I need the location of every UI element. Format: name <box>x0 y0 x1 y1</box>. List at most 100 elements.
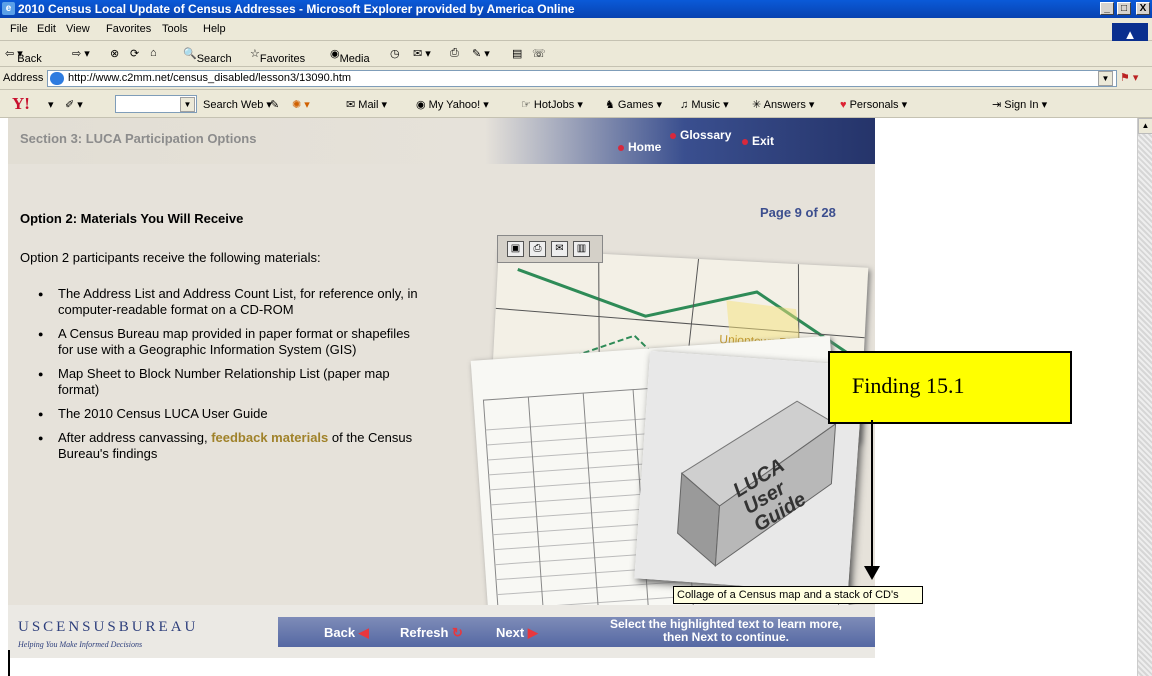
media-button[interactable]: ◉ Media <box>330 47 370 65</box>
personals-button[interactable]: ♥ Personals ▾ <box>840 98 907 111</box>
menu-bar: File Edit View Favorites Tools Help ▲ <box>0 18 1152 46</box>
home-link[interactable]: Home <box>618 140 661 154</box>
back-nav-label: Back <box>324 625 356 640</box>
refresh-nav-button[interactable]: Refresh ↻ <box>400 625 463 641</box>
list-item: The Address List and Address Count List,… <box>38 286 428 318</box>
my-yahoo-button[interactable]: ◉ My Yahoo! ▾ <box>416 98 489 111</box>
history-icon[interactable]: ◷ <box>390 47 400 60</box>
menu-favorites[interactable]: Favorites <box>106 23 151 35</box>
lesson-footer: USCENSUSBUREAU Helping You Make Informed… <box>8 605 875 658</box>
nav-instruction: Select the highlighted text to learn mor… <box>609 617 843 644</box>
back-nav-button[interactable]: Back ◀ <box>324 625 369 641</box>
menu-file[interactable]: File <box>10 23 28 35</box>
image-toolbar: ▣ ⎙ ✉ ▥ <box>497 235 603 263</box>
menu-view[interactable]: View <box>66 23 90 35</box>
close-button[interactable]: X <box>1136 2 1150 15</box>
answers-button[interactable]: ✳ Answers ▾ <box>752 98 814 111</box>
next-nav-label: Next <box>496 625 525 640</box>
next-arrow-icon: ▶ <box>527 625 538 640</box>
address-label: Address <box>3 72 44 84</box>
address-dropdown-icon[interactable]: ▼ <box>1098 71 1113 86</box>
window-title-bar: e 2010 Census Local Update of Census Add… <box>0 0 1152 18</box>
list-item: A Census Bureau map provided in paper fo… <box>38 326 428 358</box>
messenger-icon[interactable]: ☏ <box>532 47 546 60</box>
games-label: Games <box>617 99 654 111</box>
list-item: After address canvassing, feedback mater… <box>38 430 428 462</box>
glossary-link[interactable]: Glossary <box>670 128 731 142</box>
yahoo-menu-dropdown[interactable]: ▾ <box>48 98 54 111</box>
back-arrow-icon: ◀ <box>358 625 369 640</box>
ie-icon: e <box>2 2 15 15</box>
hotjobs-label: HotJobs <box>533 99 575 111</box>
back-label: Back <box>17 53 42 65</box>
window-title: 2010 Census Local Update of Census Addre… <box>18 2 575 16</box>
answers-label: Answers <box>763 99 806 111</box>
heart-icon: ♥ <box>840 99 847 111</box>
search-button[interactable]: 🔍 Search <box>183 47 232 65</box>
list-item: Map Sheet to Block Number Relationship L… <box>38 366 428 398</box>
exit-link[interactable]: Exit <box>742 134 774 148</box>
next-nav-button[interactable]: Next ▶ <box>496 625 538 641</box>
folder-icon[interactable]: ▥ <box>573 241 590 257</box>
sign-in-button[interactable]: ⇥ Sign In ▾ <box>992 98 1047 111</box>
page-number: Page 9 of 28 <box>760 205 836 220</box>
refresh-nav-label: Refresh <box>400 625 449 640</box>
annotation-arrow-line <box>871 420 873 570</box>
scroll-up-icon[interactable]: ▲ <box>1138 118 1152 134</box>
music-label: Music <box>691 99 721 111</box>
divider <box>8 650 10 676</box>
home-icon[interactable]: ⌂ <box>150 47 157 59</box>
hotjobs-button[interactable]: ☞ HotJobs ▾ <box>521 98 583 111</box>
menu-tools[interactable]: Tools <box>162 23 188 35</box>
search-web-label: Search Web <box>203 99 264 111</box>
materials-list: The Address List and Address Count List,… <box>38 286 428 470</box>
address-input[interactable]: http://www.c2mm.net/census_disabled/less… <box>47 70 1117 87</box>
list-item: The 2010 Census LUCA User Guide <box>38 406 428 422</box>
minimize-button[interactable]: _ <box>1100 2 1114 15</box>
refresh-cycle-icon: ↻ <box>452 625 463 640</box>
email-icon[interactable]: ✉ <box>551 241 568 257</box>
lesson-nav-bar: Back ◀ Refresh ↻ Next ▶ Select the highl… <box>278 617 875 647</box>
highlight-icon[interactable]: ✎ <box>270 98 279 111</box>
lesson-page: Section 3: LUCA Participation Options Ho… <box>8 118 875 658</box>
yahoo-toolbar: Y! ▾ ✐ ▾ ▼ Search Web ▾ ✎ ✺ ▾ ✉ Mail ▾ ◉… <box>0 90 1152 118</box>
personals-label: Personals <box>849 99 899 111</box>
menu-edit[interactable]: Edit <box>37 23 56 35</box>
search-label: Search <box>196 53 232 65</box>
games-button[interactable]: ♞ Games ▾ <box>605 98 662 111</box>
print-icon[interactable]: ⎙ <box>529 241 546 257</box>
page-icon <box>50 72 64 85</box>
forward-button[interactable]: ⇨ ▾ <box>72 47 90 60</box>
finding-annotation: Finding 15.1 <box>828 351 1072 424</box>
refresh-icon[interactable]: ⟳ <box>130 47 139 60</box>
image-tooltip: Collage of a Census map and a stack of C… <box>673 586 923 604</box>
favorites-button[interactable]: ☆ Favorites <box>250 47 305 65</box>
music-button[interactable]: ♫ Music ▾ <box>680 98 729 111</box>
census-tagline: Helping You Make Informed Decisions <box>18 640 143 649</box>
yahoo-logo-icon[interactable]: Y! <box>12 94 30 114</box>
list-item-text: After address canvassing, <box>58 430 212 445</box>
feedback-materials-link[interactable]: feedback materials <box>211 430 328 445</box>
address-bar: Address http://www.c2mm.net/census_disab… <box>0 67 1152 90</box>
section-title: Section 3: LUCA Participation Options <box>20 131 257 146</box>
edit-icon[interactable]: ✎ ▾ <box>472 47 490 60</box>
vertical-scrollbar[interactable]: ▲ <box>1137 118 1152 676</box>
mail-label: Mail <box>358 99 379 111</box>
yahoo-search-dropdown-icon[interactable]: ▼ <box>180 97 195 112</box>
stop-icon[interactable]: ⊗ <box>110 47 119 60</box>
antispy-icon[interactable]: ✺ ▾ <box>292 98 310 111</box>
discuss-icon[interactable]: ▤ <box>512 47 522 60</box>
census-bureau-logo: USCENSUSBUREAU <box>18 619 199 635</box>
address-url: http://www.c2mm.net/census_disabled/less… <box>68 72 352 84</box>
maximize-button[interactable]: □ <box>1117 2 1131 15</box>
intro-text: Option 2 participants receive the follow… <box>20 250 321 265</box>
search-web-button[interactable]: Search Web ▾ <box>203 98 272 111</box>
pdf-icon[interactable]: ⚑ ▾ <box>1120 71 1138 84</box>
pencil-icon[interactable]: ✐ ▾ <box>65 98 83 111</box>
back-button[interactable]: ⇦ Back ▾ <box>5 47 42 65</box>
print-icon[interactable]: ⎙ <box>450 47 459 60</box>
yahoo-mail-button[interactable]: ✉ Mail ▾ <box>346 98 387 111</box>
mail-icon[interactable]: ✉ ▾ <box>413 47 431 60</box>
save-icon[interactable]: ▣ <box>507 241 524 257</box>
menu-help[interactable]: Help <box>203 23 226 35</box>
